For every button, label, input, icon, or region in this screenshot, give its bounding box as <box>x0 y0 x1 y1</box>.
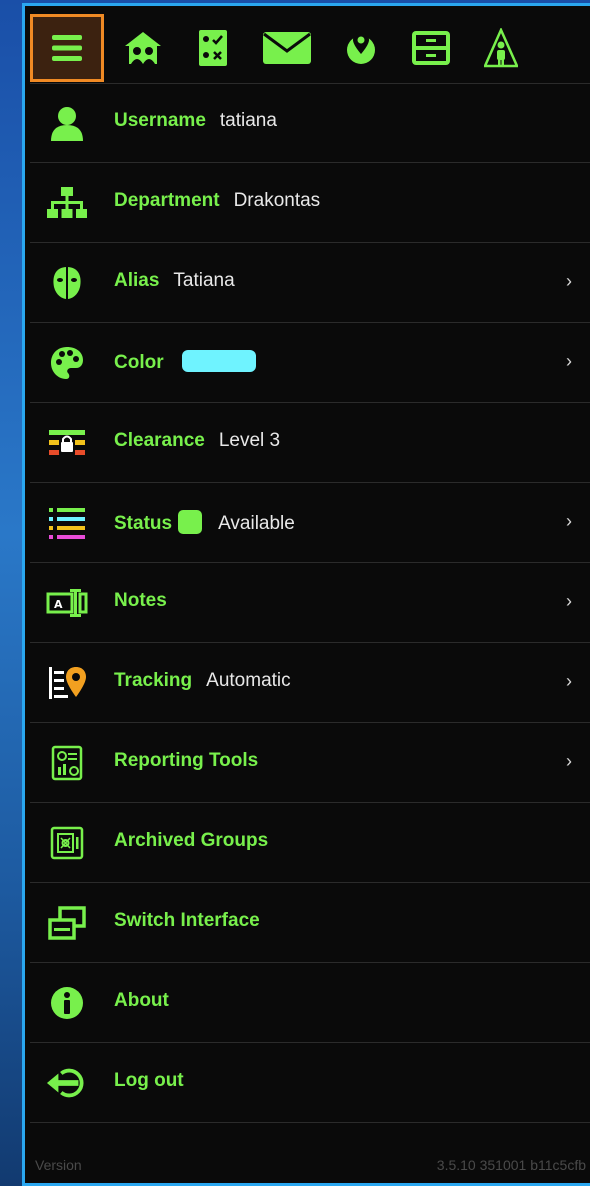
palette-icon <box>46 342 88 384</box>
messages-button[interactable] <box>252 15 322 81</box>
chevron-right-icon: › <box>566 351 572 371</box>
text-field-icon: A <box>46 582 88 624</box>
info-icon <box>46 982 88 1024</box>
clearance-label: Clearance Level 3 <box>114 430 281 451</box>
vault-icon <box>46 822 88 864</box>
tracking-label: Tracking Automatic <box>114 670 291 691</box>
report-icon <box>46 742 88 784</box>
status-value: Available <box>218 513 295 534</box>
department-value: Drakontas <box>233 190 321 211</box>
username-label: Username tatiana <box>114 110 277 131</box>
logout-row[interactable]: Log out <box>30 1044 590 1123</box>
switch-interface-label: Switch Interface <box>114 910 260 931</box>
status-row[interactable]: Status Available › <box>30 484 590 563</box>
status-indicator <box>178 510 203 534</box>
map-pin-globe-icon <box>347 32 375 64</box>
department-label: Department Drakontas <box>114 190 321 211</box>
alias-row[interactable]: Alias Tatiana › <box>30 244 590 323</box>
checklist-icon <box>199 30 227 66</box>
alias-label: Alias Tatiana <box>114 270 235 291</box>
menu-panel: Username tatiana Department Drakontas Alia… <box>22 3 590 1186</box>
chevron-right-icon: › <box>566 751 572 771</box>
notes-row[interactable]: A Notes › <box>30 564 590 643</box>
color-swatch <box>181 350 256 372</box>
chevron-right-icon: › <box>566 271 572 291</box>
clearance-value: Level 3 <box>218 430 281 451</box>
notes-label: Notes <box>114 590 167 611</box>
cabinet-icon <box>412 31 450 65</box>
tracking-pin-icon <box>46 662 88 704</box>
department-row: Department Drakontas <box>30 164 590 243</box>
archived-row[interactable]: Archived Groups <box>30 804 590 883</box>
chevron-right-icon: › <box>566 511 572 531</box>
alias-value: Tatiana <box>173 270 235 291</box>
status-list-icon <box>46 502 88 544</box>
username-row: Username tatiana <box>30 84 590 163</box>
mask-icon <box>46 262 88 304</box>
svg-text:A: A <box>54 598 63 611</box>
team-home-icon <box>125 32 161 64</box>
username-value: tatiana <box>219 110 277 131</box>
menu-button[interactable] <box>30 14 104 82</box>
user-icon <box>46 102 88 144</box>
about-row[interactable]: About <box>30 964 590 1043</box>
org-chart-icon <box>46 182 88 224</box>
clearance-row: Clearance Level 3 <box>30 404 590 483</box>
tracking-row[interactable]: Tracking Automatic › <box>30 644 590 723</box>
alerts-button[interactable] <box>466 15 536 81</box>
color-row[interactable]: Color › <box>30 324 590 403</box>
build-number: 3.5.10 351001 b11c5cfb <box>436 1157 586 1173</box>
tracking-value: Automatic <box>206 670 291 691</box>
status-label: Status Available <box>114 510 295 535</box>
top-toolbar <box>30 11 590 84</box>
files-button[interactable] <box>396 15 466 81</box>
person-alert-icon <box>484 28 518 68</box>
mail-icon <box>263 32 311 64</box>
reporting-row[interactable]: Reporting Tools › <box>30 724 590 803</box>
reporting-label: Reporting Tools <box>114 750 259 771</box>
switch-interface-row[interactable]: Switch Interface <box>30 884 590 963</box>
switch-windows-icon <box>46 902 88 944</box>
chevron-right-icon: › <box>566 671 572 691</box>
logout-label: Log out <box>114 1070 184 1091</box>
tasks-button[interactable] <box>178 15 248 81</box>
about-label: About <box>114 990 169 1011</box>
archived-label: Archived Groups <box>114 830 269 851</box>
version-label: Version <box>35 1157 82 1173</box>
map-button[interactable] <box>326 15 396 81</box>
logout-icon <box>46 1062 88 1104</box>
clearance-lock-icon <box>46 422 88 464</box>
chevron-right-icon: › <box>566 591 572 611</box>
team-button[interactable] <box>108 15 178 81</box>
menu-icon <box>52 35 82 61</box>
color-label: Color <box>114 350 256 374</box>
